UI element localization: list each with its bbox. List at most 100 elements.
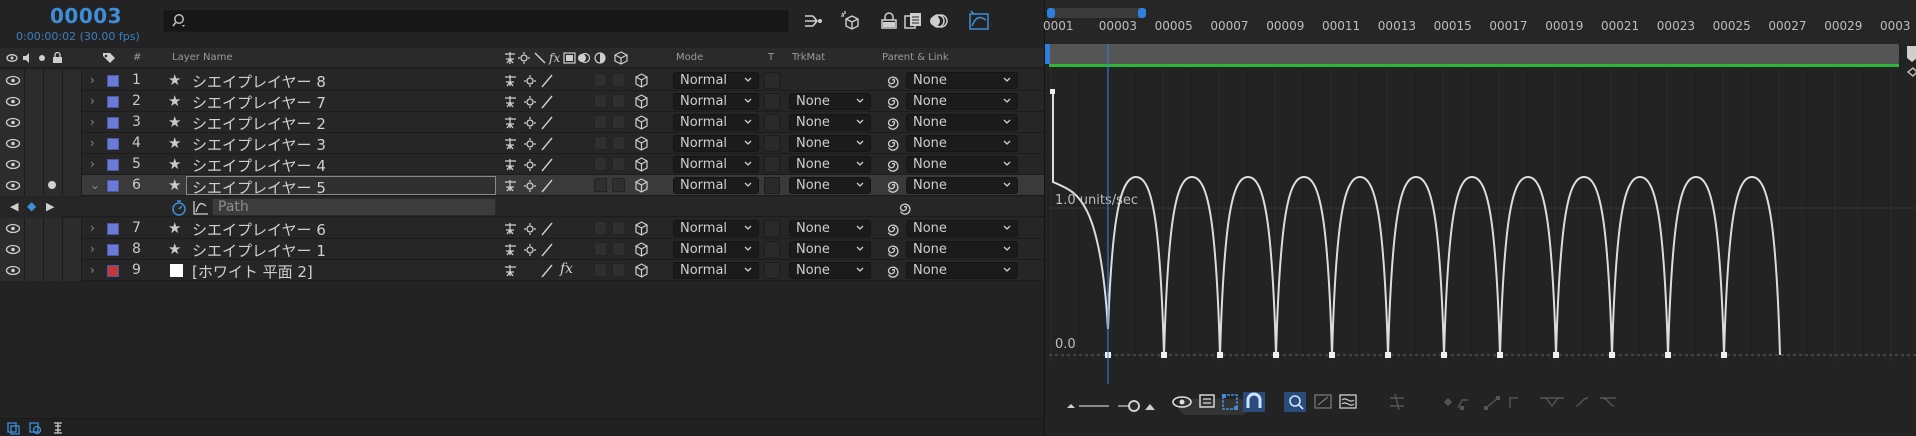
adjustment-switch[interactable]: [612, 115, 625, 129]
parent-dropdown[interactable]: None: [906, 72, 1018, 89]
graph-toggle-icon[interactable]: [193, 200, 209, 215]
parent-pickwhip-icon[interactable]: [886, 94, 901, 109]
adjustment-switch[interactable]: [612, 94, 625, 108]
lock-toggle[interactable]: [63, 112, 82, 133]
motion-blur-switch[interactable]: [594, 157, 607, 171]
parent-dropdown[interactable]: None: [906, 135, 1018, 152]
frame-blending-icon[interactable]: [900, 8, 926, 34]
lock-toggle[interactable]: [63, 260, 82, 281]
expand-chevron-down-icon[interactable]: ⌄: [90, 178, 100, 192]
blend-mode-dropdown[interactable]: Normal: [673, 135, 759, 152]
blend-mode-dropdown[interactable]: Normal: [673, 72, 759, 89]
layer-row[interactable]: › 8 ★ シエイプレイヤー 1 Normal None None: [0, 239, 1044, 260]
collapse-switch-icon[interactable]: [523, 222, 537, 236]
solo-toggle[interactable]: [44, 133, 63, 154]
label-color-swatch[interactable]: [107, 159, 119, 171]
expand-chevron-right-icon[interactable]: ›: [90, 94, 95, 108]
motion-blur-switch[interactable]: [594, 136, 607, 150]
motion-blur-switch[interactable]: [594, 263, 607, 277]
blend-mode-dropdown[interactable]: Normal: [673, 93, 759, 110]
expression-pickwhip-icon[interactable]: [898, 200, 913, 215]
graph-options-icon[interactable]: [1199, 394, 1215, 408]
blend-mode-dropdown[interactable]: Normal: [673, 220, 759, 237]
visibility-eye-icon[interactable]: [5, 223, 21, 234]
layer-search-input[interactable]: [163, 10, 789, 32]
track-matte-dropdown[interactable]: None: [789, 220, 871, 237]
lock-toggle[interactable]: [63, 175, 82, 196]
quality-switch-icon[interactable]: [540, 74, 554, 88]
draft-3d-icon[interactable]: [838, 8, 864, 34]
audio-toggle[interactable]: [25, 218, 44, 239]
collapse-switch-icon[interactable]: [523, 158, 537, 172]
layer-name[interactable]: シエイプレイヤー 3: [192, 134, 326, 155]
visibility-eye-icon[interactable]: [5, 138, 21, 149]
shy-switch-icon[interactable]: [504, 222, 518, 236]
lock-toggle[interactable]: [63, 133, 82, 154]
solo-toggle[interactable]: [44, 112, 63, 133]
label-color-swatch[interactable]: [107, 223, 119, 235]
solo-toggle[interactable]: [44, 91, 63, 112]
adjustment-switch[interactable]: [612, 242, 625, 256]
property-name-path[interactable]: Path: [212, 198, 496, 216]
shy-switch-icon[interactable]: [504, 74, 518, 88]
track-matte-dropdown[interactable]: None: [789, 241, 871, 258]
footer-toggle-icons[interactable]: [6, 421, 72, 435]
parent-pickwhip-icon[interactable]: [886, 115, 901, 130]
collapse-switch-icon[interactable]: [523, 179, 537, 193]
edit-selected-keyframes-icon[interactable]: [1444, 398, 1468, 410]
motion-blur-switch[interactable]: [594, 115, 607, 129]
layer-row[interactable]: › 4 ★ シエイプレイヤー 3 Normal None None: [0, 133, 1044, 154]
adjustment-switch[interactable]: [612, 263, 625, 277]
time-navigator[interactable]: [1047, 8, 1146, 18]
motion-blur-icon[interactable]: [926, 8, 952, 34]
adjustment-switch[interactable]: [612, 136, 625, 150]
graph-editor-canvas[interactable]: 1.0 units/sec 0.0: [1045, 44, 1916, 384]
lock-toggle[interactable]: [63, 239, 82, 260]
collapse-switch-icon[interactable]: [523, 243, 537, 257]
visibility-eye-icon[interactable]: [5, 159, 21, 170]
audio-toggle[interactable]: [25, 91, 44, 112]
quality-switch-icon[interactable]: [540, 137, 554, 151]
preserve-transparency-toggle[interactable]: [764, 72, 780, 89]
solo-toggle[interactable]: [44, 239, 63, 260]
separate-dimensions-icon[interactable]: [1390, 393, 1404, 411]
composition-mini-flowchart-icon[interactable]: [800, 8, 826, 34]
lock-toggle[interactable]: [63, 154, 82, 175]
visibility-eye-icon[interactable]: [5, 180, 21, 191]
quality-switch-icon[interactable]: [540, 95, 554, 109]
motion-blur-switch[interactable]: [594, 221, 607, 235]
track-matte-dropdown[interactable]: None: [789, 114, 871, 131]
layer-name[interactable]: シエイプレイヤー 7: [192, 92, 326, 113]
solo-toggle[interactable]: [44, 218, 63, 239]
expand-chevron-right-icon[interactable]: ›: [90, 115, 95, 129]
parent-dropdown[interactable]: None: [906, 262, 1018, 279]
preserve-transparency-toggle[interactable]: [764, 241, 780, 258]
layer-name[interactable]: シエイプレイヤー 8: [192, 71, 326, 92]
zoom-slider[interactable]: [1065, 392, 1110, 414]
current-frame[interactable]: 00003: [50, 4, 122, 28]
time-navigator-end-handle[interactable]: [1138, 8, 1146, 18]
3d-layer-cube-icon[interactable]: [634, 221, 649, 236]
shy-switch-icon[interactable]: [504, 158, 518, 172]
fit-selection-icon[interactable]: [1314, 394, 1332, 409]
layer-row[interactable]: › 9 [ホワイト 平面 2] fx Normal None None: [0, 260, 1044, 281]
blend-mode-dropdown[interactable]: Normal: [673, 241, 759, 258]
layer-name[interactable]: シエイプレイヤー 1: [192, 240, 326, 261]
expand-chevron-right-icon[interactable]: ›: [90, 242, 95, 256]
next-keyframe-icon[interactable]: ▶: [46, 200, 54, 213]
motion-blur-switch[interactable]: [594, 73, 607, 87]
preserve-transparency-toggle[interactable]: [764, 93, 780, 110]
audio-toggle[interactable]: [25, 133, 44, 154]
3d-layer-cube-icon[interactable]: [634, 94, 649, 109]
audio-toggle[interactable]: [25, 112, 44, 133]
column-layer-name[interactable]: Layer Name: [172, 52, 233, 63]
parent-pickwhip-icon[interactable]: [886, 157, 901, 172]
eye-show-properties-icon[interactable]: [1172, 396, 1192, 408]
parent-pickwhip-icon[interactable]: [886, 178, 901, 193]
column-trkmat[interactable]: TrkMat: [792, 52, 825, 63]
layer-name[interactable]: シエイプレイヤー 2: [192, 113, 326, 134]
track-matte-dropdown[interactable]: None: [789, 156, 871, 173]
3d-layer-cube-icon[interactable]: [634, 157, 649, 172]
label-color-swatch[interactable]: [107, 180, 119, 192]
shy-switch-icon[interactable]: [504, 95, 518, 109]
